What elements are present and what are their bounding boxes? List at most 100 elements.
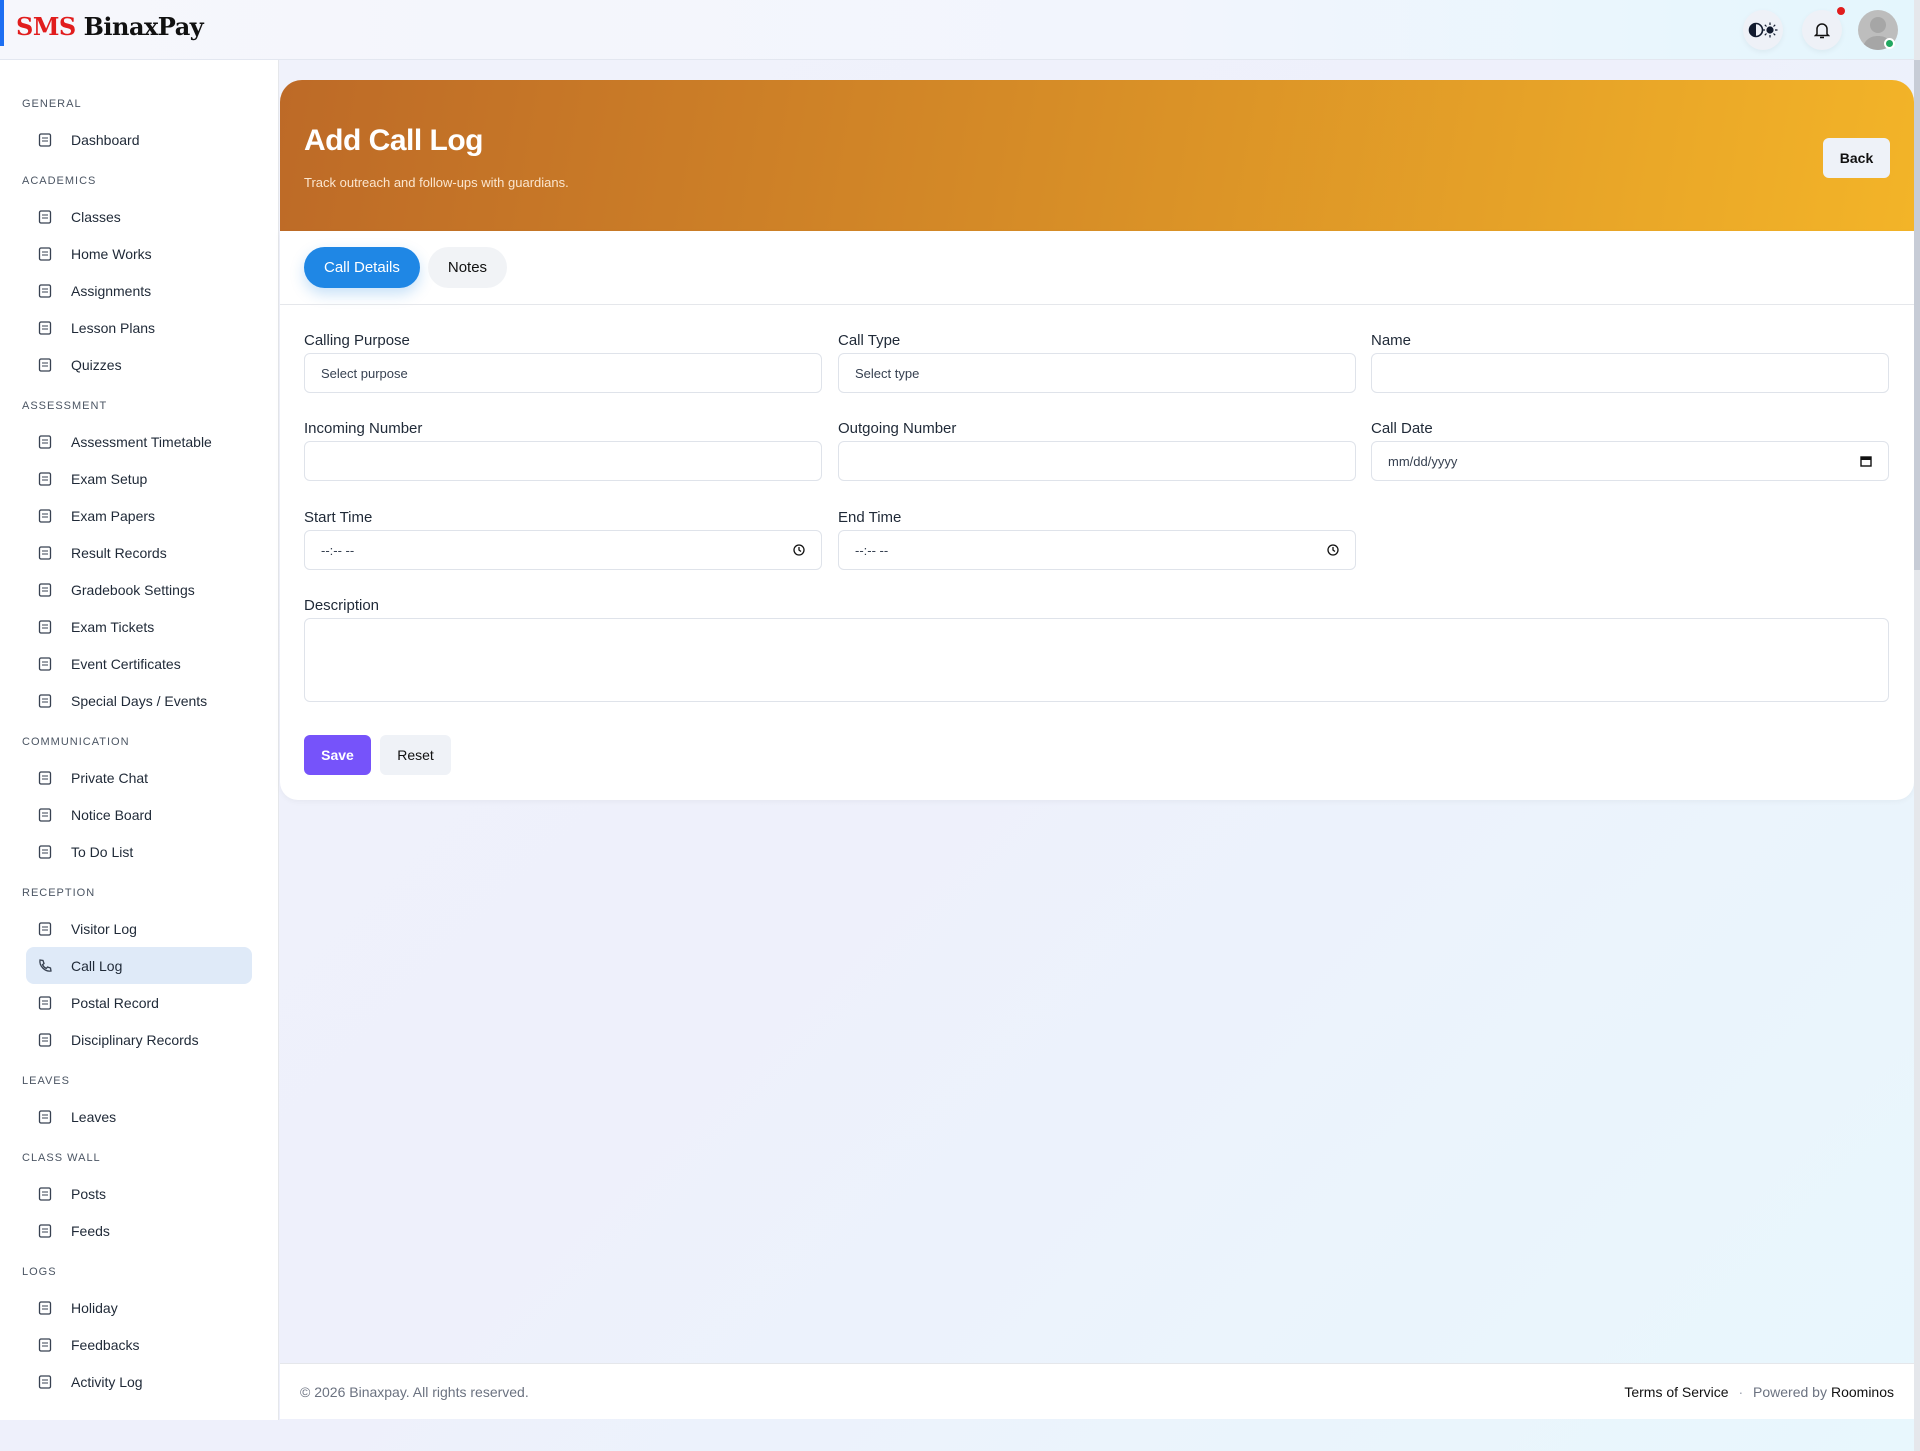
- footer: © 2026 Binaxpay. All rights reserved. Te…: [280, 1363, 1914, 1419]
- sidebar-item-dashboard[interactable]: Dashboard: [26, 121, 252, 158]
- check-square-icon: [38, 545, 52, 560]
- incoming-number-label: Incoming Number: [304, 420, 423, 437]
- terms-link[interactable]: Terms of Service: [1624, 1384, 1728, 1400]
- sidebar-item-exam-papers[interactable]: Exam Papers: [26, 497, 252, 534]
- sidebar-item-label: Event Certificates: [71, 655, 181, 672]
- sidebar-item-label: Feedbacks: [71, 1336, 140, 1353]
- sidebar-item-visitor-log[interactable]: Visitor Log: [26, 910, 252, 947]
- start-time-input[interactable]: --:-- --: [304, 530, 822, 570]
- sidebar-item-label: Gradebook Settings: [71, 581, 195, 598]
- message-icon: [38, 1337, 52, 1352]
- gear-icon: [38, 582, 52, 597]
- name-label: Name: [1371, 332, 1412, 349]
- sidebar-item-disciplinary-records[interactable]: Disciplinary Records: [26, 1021, 252, 1058]
- sidebar-item-label: Special Days / Events: [71, 692, 208, 709]
- sidebar-item-assessment-timetable[interactable]: Assessment Timetable: [26, 423, 252, 460]
- sidebar-section-heading: COMMUNICATION: [22, 736, 130, 748]
- sidebar-item-label: Assessment Timetable: [71, 433, 212, 450]
- brand-name: BinaxPay: [83, 12, 204, 41]
- page-scrollbar[interactable]: [1914, 0, 1920, 1451]
- id-badge-icon: [38, 921, 52, 936]
- sidebar-item-private-chat[interactable]: Private Chat: [26, 759, 252, 796]
- footer-separator: ·: [1738, 1383, 1744, 1400]
- megaphone-icon: [38, 807, 52, 822]
- sidebar-section-heading: RECEPTION: [22, 887, 96, 899]
- clipboard-check-icon: [38, 283, 52, 298]
- sidebar-item-holiday[interactable]: Holiday: [26, 1289, 252, 1326]
- sidebar-item-label: Postal Record: [71, 994, 159, 1011]
- sidebar-item-label: Feeds: [71, 1222, 110, 1239]
- notifications-button[interactable]: [1802, 10, 1842, 50]
- sidebar-item-feedbacks[interactable]: Feedbacks: [26, 1326, 252, 1363]
- brand-accent: [0, 0, 4, 46]
- call-type-select[interactable]: Select type: [838, 353, 1356, 393]
- table-icon: [38, 434, 52, 449]
- end-time-input[interactable]: --:-- --: [838, 530, 1356, 570]
- clock-icon[interactable]: [1327, 544, 1339, 556]
- clock-icon[interactable]: [793, 544, 805, 556]
- sidebar-item-lesson-plans[interactable]: Lesson Plans: [26, 309, 252, 346]
- sidebar-item-activity-log[interactable]: Activity Log: [26, 1363, 252, 1400]
- hierarchy-icon: [38, 209, 52, 224]
- page-header-banner: Add Call Log Track outreach and follow-u…: [280, 80, 1914, 231]
- description-textarea[interactable]: [304, 618, 1889, 702]
- sidebar-item-home-works[interactable]: Home Works: [26, 235, 252, 272]
- sidebar-item-notice-board[interactable]: Notice Board: [26, 796, 252, 833]
- theme-toggle-button[interactable]: [1743, 10, 1783, 50]
- powered-by-text: Powered by: [1753, 1383, 1827, 1400]
- mailbox-icon: [38, 995, 52, 1010]
- sidebar-item-label: Assignments: [71, 282, 152, 299]
- calling-purpose-select[interactable]: Select purpose: [304, 353, 822, 393]
- end-time-value: --:-- --: [855, 542, 889, 558]
- sidebar-item-exam-tickets[interactable]: Exam Tickets: [26, 608, 252, 645]
- sidebar-item-assignments[interactable]: Assignments: [26, 272, 252, 309]
- sidebar-item-call-log[interactable]: Call Log: [26, 947, 252, 984]
- tab-call-details[interactable]: Call Details: [304, 247, 420, 288]
- sidebar-item-label: Classes: [71, 208, 121, 225]
- sidebar-item-to-do-list[interactable]: To Do List: [26, 833, 252, 870]
- sidebar-item-label: Disciplinary Records: [71, 1031, 199, 1048]
- company-link[interactable]: Roominos: [1831, 1384, 1894, 1400]
- incoming-number-input[interactable]: [304, 441, 822, 481]
- sidebar-item-classes[interactable]: Classes: [26, 198, 252, 235]
- scrollbar-thumb[interactable]: [1914, 60, 1920, 570]
- ticket-icon: [38, 619, 52, 634]
- outgoing-number-label: Outgoing Number: [838, 420, 957, 437]
- sidebar-item-gradebook-settings[interactable]: Gradebook Settings: [26, 571, 252, 608]
- sidebar-item-label: Exam Setup: [71, 470, 148, 487]
- save-button[interactable]: Save: [304, 735, 371, 775]
- sidebar-item-result-records[interactable]: Result Records: [26, 534, 252, 571]
- name-input[interactable]: [1371, 353, 1889, 393]
- copyright: © 2026 Binaxpay. All rights reserved.: [300, 1383, 529, 1400]
- call-date-input[interactable]: mm/dd/yyyy: [1371, 441, 1889, 481]
- call-log-form-card: Call Details Notes Calling Purpose Selec…: [280, 231, 1914, 800]
- sidebar-item-posts[interactable]: Posts: [26, 1175, 252, 1212]
- outgoing-number-input[interactable]: [838, 441, 1356, 481]
- activity-icon: [38, 1374, 52, 1389]
- sidebar-item-event-certificates[interactable]: Event Certificates: [26, 645, 252, 682]
- sidebar-item-label: Visitor Log: [71, 920, 137, 937]
- chat-icon: [38, 770, 52, 785]
- sidebar-item-label: Posts: [71, 1185, 107, 1202]
- call-type-value: Select type: [855, 365, 920, 381]
- message-icon: [38, 1186, 52, 1201]
- sidebar-item-quizzes[interactable]: Quizzes: [26, 346, 252, 383]
- sidebar-item-postal-record[interactable]: Postal Record: [26, 984, 252, 1021]
- online-status-dot: [1884, 38, 1895, 49]
- calendar-icon: [38, 693, 52, 708]
- end-time-label: End Time: [838, 509, 902, 526]
- sidebar-item-leaves[interactable]: Leaves: [26, 1098, 252, 1135]
- back-button[interactable]: Back: [1823, 138, 1890, 178]
- sidebar-item-feeds[interactable]: Feeds: [26, 1212, 252, 1249]
- sidebar-item-special-days-events[interactable]: Special Days / Events: [26, 682, 252, 719]
- start-time-value: --:-- --: [321, 542, 355, 558]
- notebook-icon: [38, 246, 52, 261]
- calendar-icon[interactable]: [1860, 455, 1872, 467]
- tab-notes[interactable]: Notes: [427, 247, 508, 288]
- page-subtitle: Track outreach and follow-ups with guard…: [304, 175, 569, 190]
- contrast-sun-icon: [1748, 22, 1778, 38]
- reset-button[interactable]: Reset: [380, 735, 451, 775]
- calling-purpose-value: Select purpose: [321, 365, 408, 381]
- brand-logo[interactable]: SMS BinaxPay: [16, 12, 204, 41]
- sidebar-item-exam-setup[interactable]: Exam Setup: [26, 460, 252, 497]
